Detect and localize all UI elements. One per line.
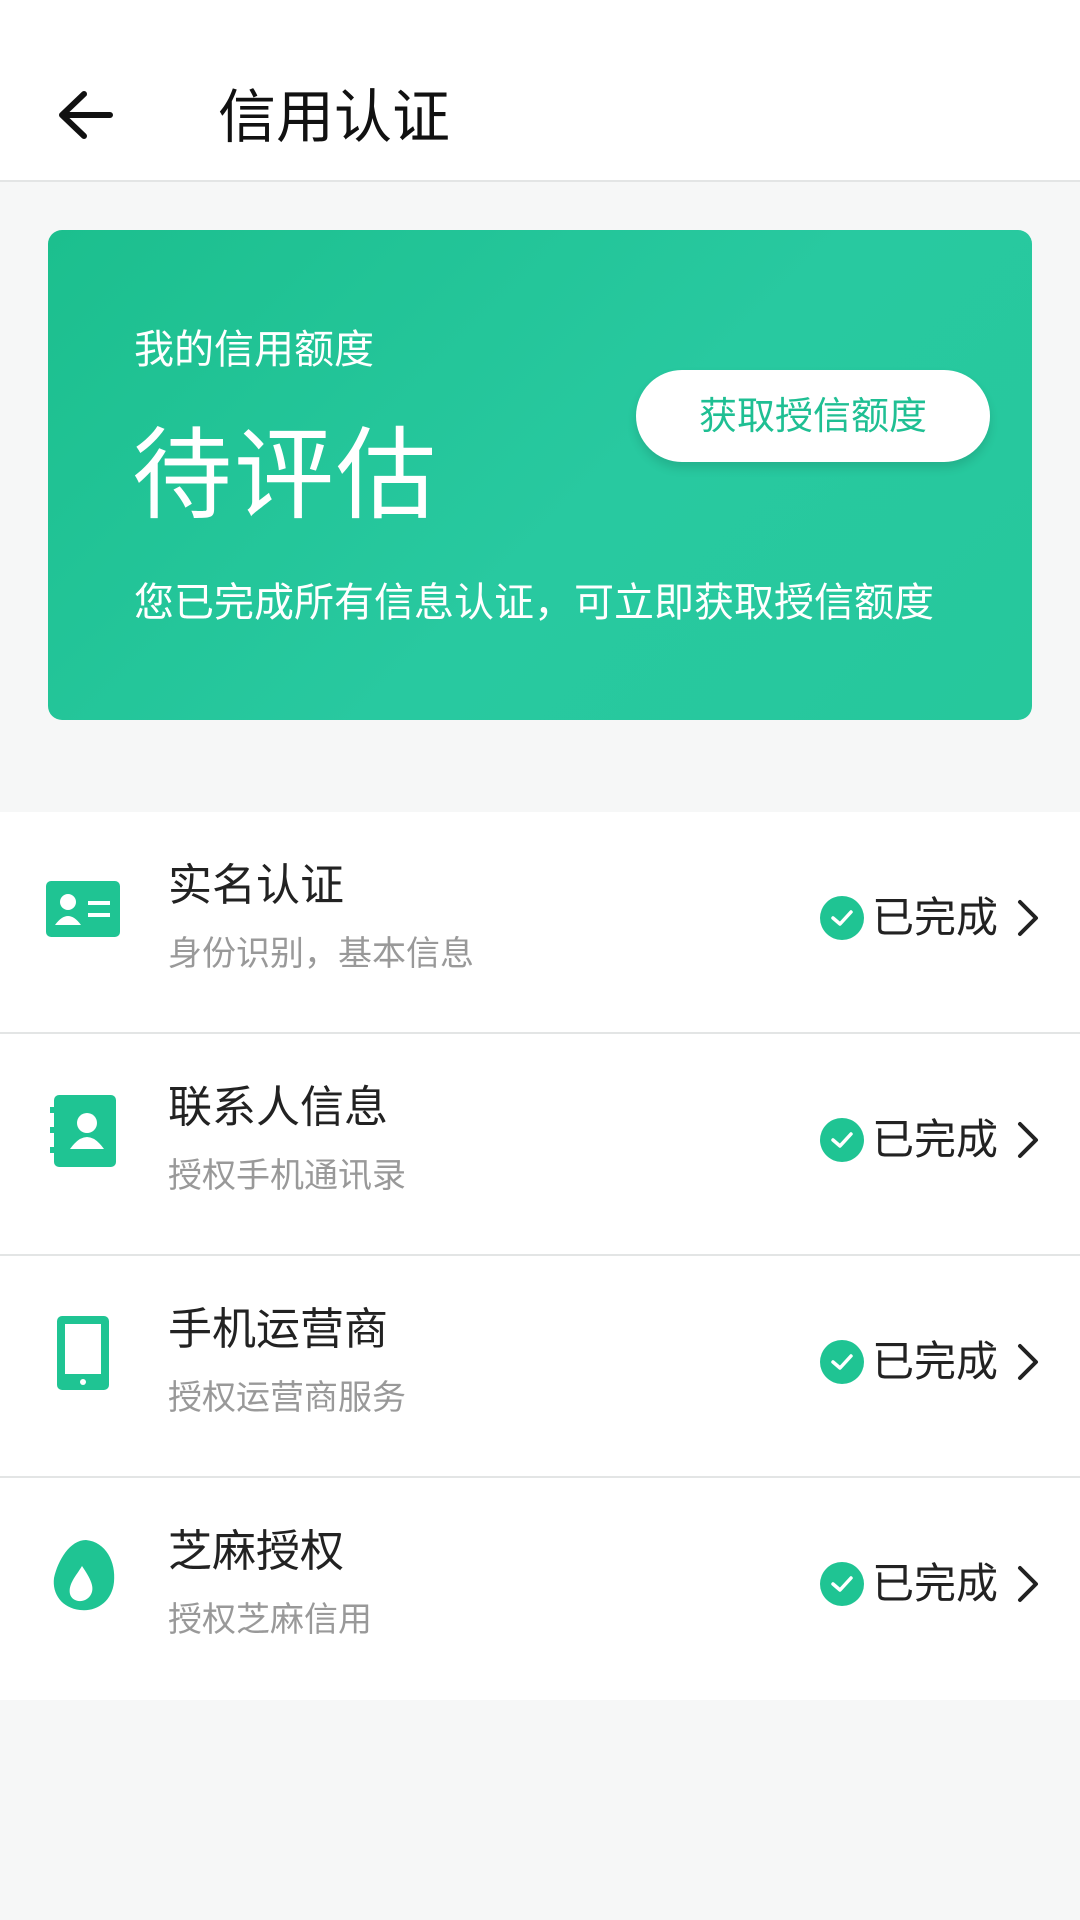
status-text: 已完成 <box>871 1337 998 1386</box>
list-item-real-name[interactable]: 实名认证 身份识别，基本信息 已完成 <box>0 812 1080 1034</box>
chevron-right-icon <box>1016 1118 1044 1162</box>
check-circle-icon <box>819 1340 864 1384</box>
credit-limit-description: 您已完成所有信息认证，可立即获取授信额度 <box>134 580 934 626</box>
status-text: 已完成 <box>871 1559 998 1608</box>
check-circle-icon <box>819 1118 864 1162</box>
status-indicator: 已完成 <box>819 1110 1044 1170</box>
item-subtitle: 身份识别，基本信息 <box>168 934 474 974</box>
chevron-right-icon <box>1016 1562 1044 1606</box>
credit-limit-label: 我的信用额度 <box>134 327 374 373</box>
page-title: 信用认证 <box>218 83 451 151</box>
item-subtitle: 授权芝麻信用 <box>168 1600 372 1640</box>
chevron-right-icon <box>1016 896 1044 940</box>
sesame-icon <box>53 1540 115 1611</box>
status-indicator: 已完成 <box>819 1332 1044 1392</box>
verification-list: 实名认证 身份识别，基本信息 已完成 联系人信息 授权手机通讯录 已完成 手机运… <box>0 812 1080 1700</box>
item-title: 手机运营商 <box>168 1304 388 1355</box>
item-title: 芝麻授权 <box>168 1526 344 1577</box>
status-indicator: 已完成 <box>819 888 1044 948</box>
id-card-icon <box>46 881 120 937</box>
item-title: 联系人信息 <box>168 1082 388 1133</box>
back-button[interactable] <box>50 80 120 150</box>
app-header: 信用认证 <box>0 0 1080 182</box>
get-credit-button[interactable]: 获取授信额度 <box>636 370 990 462</box>
check-circle-icon <box>819 896 864 940</box>
chevron-right-icon <box>1016 1340 1044 1384</box>
status-text: 已完成 <box>871 893 998 942</box>
credit-limit-value: 待评估 <box>132 417 438 534</box>
list-item-sesame[interactable]: 芝麻授权 授权芝麻信用 已完成 <box>0 1478 1080 1700</box>
arrow-left-icon <box>59 91 113 139</box>
mobile-phone-icon <box>57 1316 109 1390</box>
check-circle-icon <box>819 1562 864 1606</box>
list-item-carrier[interactable]: 手机运营商 授权运营商服务 已完成 <box>0 1256 1080 1478</box>
item-subtitle: 授权手机通讯录 <box>168 1156 406 1196</box>
status-indicator: 已完成 <box>819 1554 1044 1614</box>
item-subtitle: 授权运营商服务 <box>168 1378 406 1418</box>
status-text: 已完成 <box>871 1115 998 1164</box>
list-item-contacts[interactable]: 联系人信息 授权手机通讯录 已完成 <box>0 1034 1080 1256</box>
contact-book-icon <box>50 1095 116 1167</box>
item-title: 实名认证 <box>168 860 344 911</box>
credit-limit-card: 我的信用额度 待评估 获取授信额度 您已完成所有信息认证，可立即获取授信额度 <box>48 230 1032 720</box>
